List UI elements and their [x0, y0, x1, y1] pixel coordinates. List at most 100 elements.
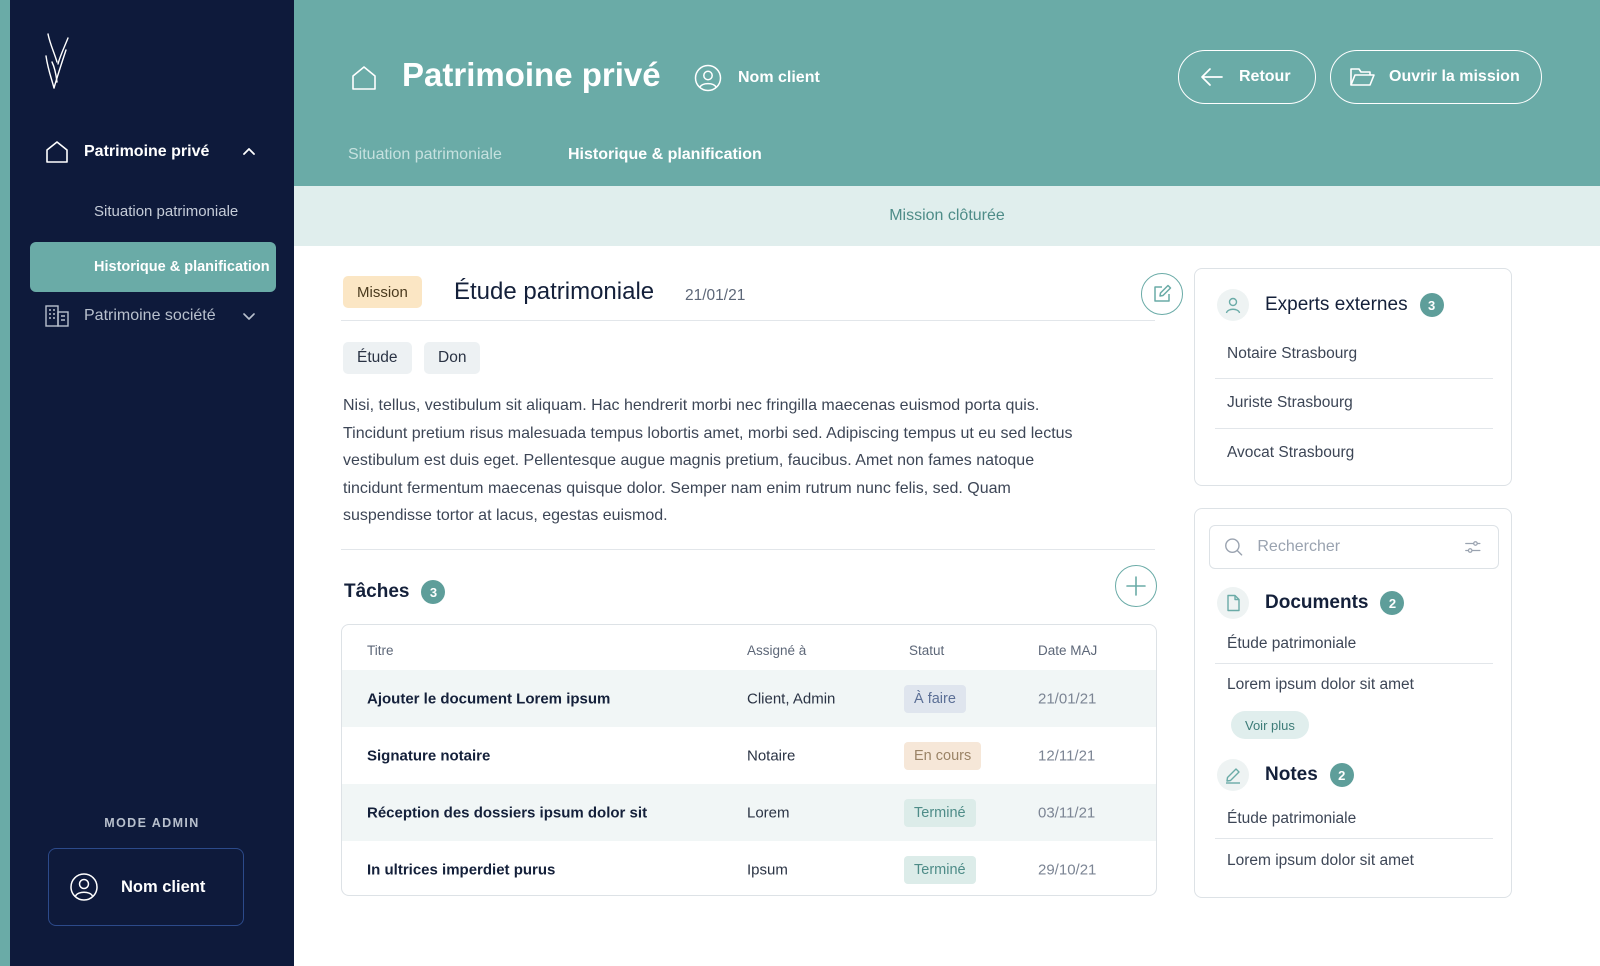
- divider: [1215, 378, 1493, 379]
- expert-item[interactable]: Juriste Strasbourg: [1215, 394, 1493, 412]
- tag-etude: Étude: [343, 342, 412, 374]
- mission-title: Étude patrimoniale: [454, 278, 655, 305]
- building-icon: [45, 305, 69, 327]
- edit-button[interactable]: [1141, 273, 1183, 315]
- documents-title: Documents: [1265, 592, 1369, 613]
- divider: [1215, 663, 1493, 664]
- sidebar-item-situation-patrimoniale[interactable]: Situation patrimoniale: [30, 186, 276, 236]
- mission-status-banner: Mission clôturée: [294, 186, 1600, 246]
- documents-notes-card: Documents 2 Étude patrimoniale Lorem ips…: [1194, 508, 1512, 898]
- admin-user-label: Nom client: [121, 877, 206, 896]
- note-item[interactable]: Lorem ipsum dolor sit amet: [1215, 852, 1493, 870]
- status-badge: En cours: [904, 741, 982, 770]
- search-input[interactable]: [1257, 538, 1465, 556]
- note-item[interactable]: Étude patrimoniale: [1215, 810, 1493, 828]
- column-header-status: Statut: [909, 643, 945, 658]
- table-row[interactable]: Ajouter le document Lorem ipsum Client, …: [342, 670, 1156, 727]
- client-name: Nom client: [738, 69, 820, 86]
- client-link[interactable]: Nom client: [694, 64, 820, 92]
- mode-admin-label: MODE ADMIN: [104, 816, 200, 830]
- task-assignee: Lorem: [747, 804, 790, 821]
- experts-count-badge: 3: [1419, 293, 1444, 317]
- back-button[interactable]: Retour: [1178, 50, 1316, 104]
- divider: [341, 549, 1155, 550]
- open-mission-button[interactable]: Ouvrir la mission: [1330, 50, 1542, 104]
- task-assignee: Ipsum: [747, 861, 788, 878]
- see-more-button[interactable]: Voir plus: [1231, 711, 1309, 739]
- task-title: Ajouter le document Lorem ipsum: [367, 690, 611, 707]
- column-header-date: Date MAJ: [1038, 643, 1098, 658]
- edit-icon: [1154, 284, 1172, 302]
- sidebar-item-historique-planification[interactable]: Historique & planification: [30, 242, 276, 292]
- experts-title: Experts externes: [1265, 294, 1408, 315]
- arrow-left-icon: [1201, 68, 1223, 86]
- task-title: Signature notaire: [367, 747, 491, 764]
- mission-badge: Mission: [343, 276, 422, 308]
- tasks-table: Titre Assigné à Statut Date MAJ Ajouter …: [341, 624, 1157, 896]
- status-badge: Terminé: [904, 855, 976, 884]
- notes-title: Notes: [1265, 764, 1318, 785]
- divider: [341, 320, 1155, 321]
- task-title: In ultrices imperdiet purus: [367, 861, 556, 878]
- document-icon: [1217, 587, 1249, 619]
- documents-header: Documents 2: [1217, 587, 1405, 619]
- back-button-label: Retour: [1239, 68, 1291, 85]
- user-icon: [1217, 289, 1249, 321]
- expert-item[interactable]: Notaire Strasbourg: [1215, 345, 1493, 363]
- divider: [1215, 428, 1493, 429]
- sidebar: Patrimoine privé Situation patrimoniale …: [10, 0, 294, 966]
- page-header: Patrimoine privé Nom client Retour Ouvri…: [294, 0, 1600, 186]
- user-icon: [694, 64, 722, 92]
- task-date: 03/11/21: [1038, 804, 1096, 821]
- home-icon: [352, 66, 376, 90]
- table-row[interactable]: Signature notaire Notaire En cours 12/11…: [342, 727, 1156, 784]
- experts-header: Experts externes 3: [1217, 289, 1444, 321]
- admin-user-button[interactable]: Nom client: [48, 848, 244, 926]
- task-title: Réception des dossiers ipsum dolor sit: [367, 804, 648, 821]
- task-date: 12/11/21: [1038, 747, 1096, 764]
- mission-description: Nisi, tellus, vestibulum sit aliquam. Ha…: [343, 397, 1073, 524]
- tab-historique-planification[interactable]: Historique & planification: [568, 146, 762, 164]
- sidebar-item-patrimoine-prive[interactable]: Patrimoine privé: [34, 132, 270, 172]
- search-icon: [1225, 538, 1243, 556]
- sidebar-item-label: Patrimoine privé: [84, 143, 210, 160]
- column-header-assignee: Assigné à: [747, 643, 807, 658]
- chevron-down-icon: [243, 313, 255, 320]
- folder-open-icon: [1350, 68, 1375, 86]
- plus-icon: [1126, 576, 1146, 596]
- document-item[interactable]: Étude patrimoniale: [1215, 635, 1493, 653]
- user-icon: [70, 873, 98, 901]
- sidebar-item-patrimoine-societe[interactable]: Patrimoine société: [34, 296, 270, 336]
- table-row[interactable]: In ultrices imperdiet purus Ipsum Termin…: [342, 841, 1156, 895]
- logo-icon: [45, 33, 69, 89]
- filter-icon[interactable]: [1464, 537, 1482, 557]
- open-mission-label: Ouvrir la mission: [1389, 68, 1520, 85]
- sidebar-item-label: Patrimoine société: [84, 307, 216, 324]
- table-row[interactable]: Réception des dossiers ipsum dolor sit L…: [342, 784, 1156, 841]
- task-date: 29/10/21: [1038, 861, 1097, 878]
- documents-count-badge: 2: [1380, 591, 1405, 615]
- task-date: 21/01/21: [1038, 690, 1097, 707]
- expert-item[interactable]: Avocat Strasbourg: [1215, 444, 1493, 462]
- task-assignee: Notaire: [747, 747, 796, 764]
- document-item[interactable]: Lorem ipsum dolor sit amet: [1215, 676, 1493, 694]
- task-assignee: Client, Admin: [747, 690, 836, 707]
- tasks-title: Tâches: [344, 581, 410, 602]
- tasks-heading: Tâches 3: [344, 580, 446, 604]
- tasks-count-badge: 3: [421, 580, 446, 604]
- search-box: [1209, 525, 1499, 569]
- page-title: Patrimoine privé: [402, 56, 661, 93]
- divider: [1215, 838, 1493, 839]
- experts-card: Experts externes 3 Notaire Strasbourg Ju…: [1194, 268, 1512, 486]
- home-icon: [46, 141, 68, 163]
- tab-situation-patrimoniale[interactable]: Situation patrimoniale: [348, 146, 502, 164]
- chevron-up-icon: [243, 148, 255, 155]
- pencil-icon: [1217, 759, 1249, 791]
- status-badge: À faire: [904, 684, 966, 713]
- notes-count-badge: 2: [1329, 763, 1354, 787]
- status-badge: Terminé: [904, 798, 976, 827]
- mission-date: 21/01/21: [685, 287, 746, 304]
- column-header-title: Titre: [367, 643, 394, 658]
- add-task-button[interactable]: [1115, 565, 1157, 607]
- notes-header: Notes 2: [1217, 759, 1354, 791]
